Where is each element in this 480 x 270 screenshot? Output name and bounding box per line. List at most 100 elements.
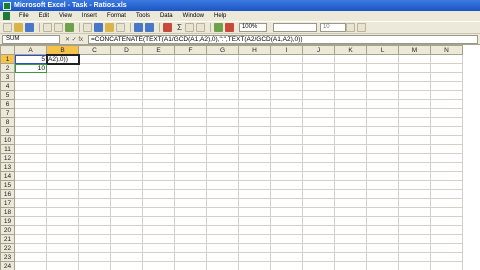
row-header-13[interactable]: 13 [0,162,15,172]
bold-icon[interactable] [345,23,355,32]
row-header-19[interactable]: 19 [0,216,15,226]
cell-h3[interactable] [238,72,271,82]
cell-c14[interactable] [78,171,111,181]
cell-i14[interactable] [270,171,303,181]
cell-j17[interactable] [302,198,335,208]
formula-input[interactable]: =CONCATENATE(TEXT(A1/GCD(A1,A2),0),":",T… [88,34,478,44]
cell-h12[interactable] [238,153,271,163]
cell-f13[interactable] [174,162,207,172]
undo-icon[interactable] [134,23,143,32]
cell-m2[interactable] [398,63,431,73]
cell-f21[interactable] [174,234,207,244]
cell-i16[interactable] [270,189,303,199]
cell-f2[interactable] [174,63,207,73]
cell-k5[interactable] [334,90,367,100]
cell-h16[interactable] [238,189,271,199]
cell-c8[interactable] [78,117,111,127]
cell-g23[interactable] [206,252,239,262]
cell-f14[interactable] [174,171,207,181]
row-header-14[interactable]: 14 [0,171,15,181]
cell-j22[interactable] [302,243,335,253]
cell-m24[interactable] [398,261,431,270]
cell-j21[interactable] [302,234,335,244]
cell-g7[interactable] [206,108,239,118]
row-header-11[interactable]: 11 [0,144,15,154]
cell-d18[interactable] [110,207,143,217]
cell-m21[interactable] [398,234,431,244]
cell-f6[interactable] [174,99,207,109]
cell-c11[interactable] [78,144,111,154]
cell-a9[interactable] [14,126,47,136]
cell-n6[interactable] [430,99,463,109]
redo-icon[interactable] [145,23,154,32]
copy-icon[interactable] [94,23,103,32]
cell-k3[interactable] [334,72,367,82]
cell-n12[interactable] [430,153,463,163]
cell-m15[interactable] [398,180,431,190]
save-icon[interactable] [25,23,34,32]
row-header-17[interactable]: 17 [0,198,15,208]
cell-l5[interactable] [366,90,399,100]
cell-i2[interactable] [270,63,303,73]
cell-e10[interactable] [142,135,175,145]
cell-k19[interactable] [334,216,367,226]
cell-c6[interactable] [78,99,111,109]
cell-l6[interactable] [366,99,399,109]
cell-k21[interactable] [334,234,367,244]
cell-a7[interactable] [14,108,47,118]
column-header-k[interactable]: K [334,45,367,55]
cell-e9[interactable] [142,126,175,136]
cell-d14[interactable] [110,171,143,181]
cell-n9[interactable] [430,126,463,136]
row-header-4[interactable]: 4 [0,81,15,91]
cell-e1[interactable] [142,54,175,64]
cell-l9[interactable] [366,126,399,136]
cell-j16[interactable] [302,189,335,199]
cell-c15[interactable] [78,180,111,190]
cell-e21[interactable] [142,234,175,244]
cell-j5[interactable] [302,90,335,100]
cell-b17[interactable] [46,198,79,208]
cell-h20[interactable] [238,225,271,235]
cell-k18[interactable] [334,207,367,217]
cell-i13[interactable] [270,162,303,172]
cell-l22[interactable] [366,243,399,253]
cell-c10[interactable] [78,135,111,145]
cell-k24[interactable] [334,261,367,270]
cell-k22[interactable] [334,243,367,253]
row-header-5[interactable]: 5 [0,90,15,100]
print-icon[interactable] [43,23,52,32]
new-icon[interactable] [3,23,12,32]
cell-k17[interactable] [334,198,367,208]
cell-l8[interactable] [366,117,399,127]
font-select[interactable] [272,23,317,32]
column-header-g[interactable]: G [206,45,239,55]
cell-l3[interactable] [366,72,399,82]
cell-c5[interactable] [78,90,111,100]
paste-icon[interactable] [105,23,114,32]
cell-j23[interactable] [302,252,335,262]
spelling-icon[interactable] [65,23,74,32]
cell-m16[interactable] [398,189,431,199]
cell-n13[interactable] [430,162,463,172]
cell-e19[interactable] [142,216,175,226]
cell-i23[interactable] [270,252,303,262]
print-preview-icon[interactable] [54,23,63,32]
cell-j4[interactable] [302,81,335,91]
cell-d24[interactable] [110,261,143,270]
cell-b3[interactable] [46,72,79,82]
cell-d17[interactable] [110,198,143,208]
cell-e3[interactable] [142,72,175,82]
cell-l12[interactable] [366,153,399,163]
cell-a5[interactable] [14,90,47,100]
cell-j20[interactable] [302,225,335,235]
cell-g24[interactable] [206,261,239,270]
cell-h15[interactable] [238,180,271,190]
cell-g6[interactable] [206,99,239,109]
cell-h23[interactable] [238,252,271,262]
cell-h9[interactable] [238,126,271,136]
cell-i1[interactable] [270,54,303,64]
cell-d11[interactable] [110,144,143,154]
cell-k14[interactable] [334,171,367,181]
cell-i5[interactable] [270,90,303,100]
